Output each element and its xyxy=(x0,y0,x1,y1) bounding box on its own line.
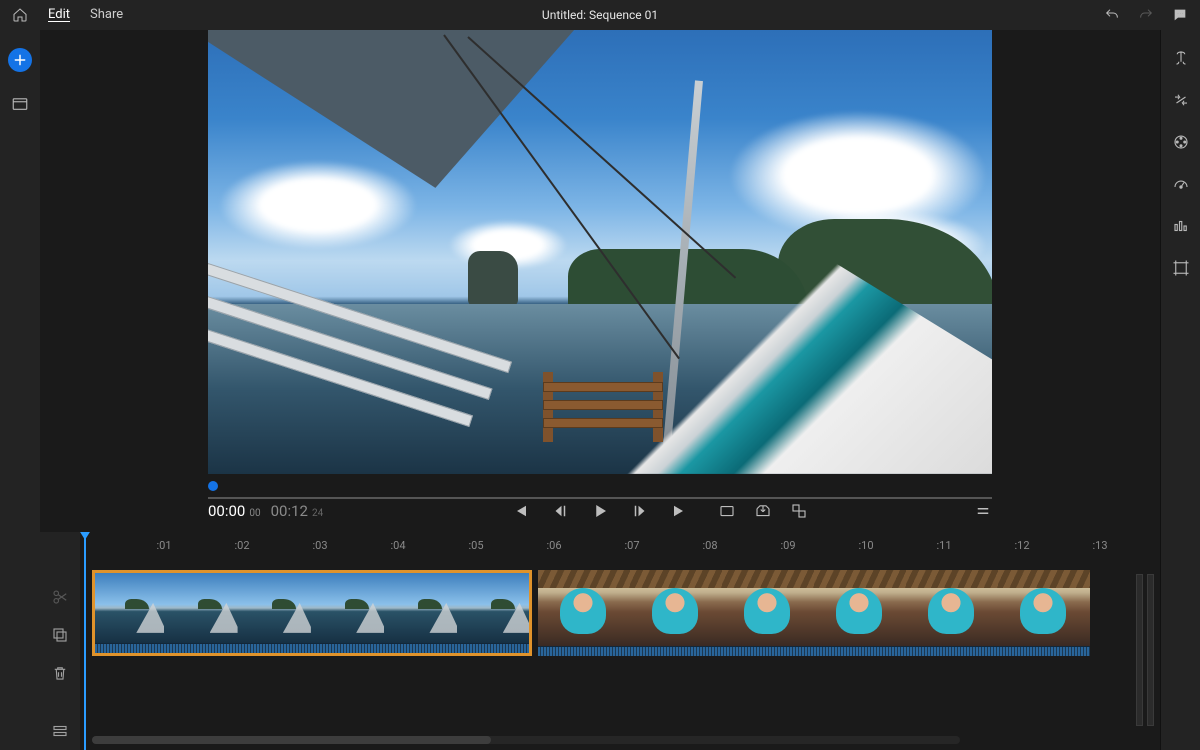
clip-1-audio-waveform xyxy=(95,643,529,653)
clip-2-people[interactable] xyxy=(538,570,1090,656)
timecode-duration: 00:12 xyxy=(271,502,308,520)
speed-icon[interactable] xyxy=(1171,174,1191,194)
step-back-icon[interactable] xyxy=(551,502,569,520)
track-options-icon[interactable] xyxy=(50,722,70,740)
ruler-tick: :02 xyxy=(234,539,249,552)
feedback-icon[interactable] xyxy=(1172,7,1188,23)
ruler-tick: :07 xyxy=(624,539,639,552)
timecode-current: 00:00 xyxy=(208,502,245,520)
home-icon[interactable] xyxy=(12,7,28,23)
timeline-menu-icon[interactable] xyxy=(974,502,992,520)
ruler-tick: :09 xyxy=(780,539,795,552)
titles-icon[interactable] xyxy=(1171,48,1191,68)
timeline-toolbar xyxy=(40,532,80,750)
color-icon[interactable] xyxy=(1171,132,1191,152)
right-rail xyxy=(1160,30,1200,750)
transform-icon[interactable] xyxy=(1171,258,1191,278)
center-column: 00:00 00 00:12 24 xyxy=(40,30,1160,750)
audio-icon[interactable] xyxy=(1171,216,1191,236)
ruler-tick: :12 xyxy=(1014,539,1029,552)
video-track-1[interactable] xyxy=(80,570,1160,656)
clip-2-audio-waveform xyxy=(538,646,1090,656)
ruler-tick: :01 xyxy=(156,539,171,552)
add-media-button[interactable] xyxy=(8,48,32,72)
goto-start-icon[interactable] xyxy=(511,502,529,520)
document-title: Untitled: Sequence 01 xyxy=(542,8,658,22)
view-options-icon[interactable] xyxy=(790,502,808,520)
step-forward-icon[interactable] xyxy=(631,502,649,520)
transport-bar: 00:00 00 00:12 24 xyxy=(208,494,992,532)
timeline-scrollbar[interactable] xyxy=(92,736,960,744)
ruler-tick: :11 xyxy=(936,539,951,552)
redo-icon[interactable] xyxy=(1138,7,1154,23)
ruler-tick: :03 xyxy=(312,539,327,552)
play-icon[interactable] xyxy=(591,502,609,520)
clip-1-boat[interactable] xyxy=(92,570,532,656)
duplicate-icon[interactable] xyxy=(50,626,70,644)
ruler-tick: :08 xyxy=(702,539,717,552)
delete-icon[interactable] xyxy=(50,664,70,682)
project-panel-button[interactable] xyxy=(10,94,30,114)
timecode-duration-frames: 24 xyxy=(312,508,323,519)
ruler-tick: :05 xyxy=(468,539,483,552)
timecode-current-frames: 00 xyxy=(249,508,260,519)
time-ruler[interactable]: :01:02:03:04:05:06:07:08:09:10:11:12:13:… xyxy=(80,532,1160,558)
left-rail xyxy=(0,30,40,750)
timeline-tracks-area[interactable]: :01:02:03:04:05:06:07:08:09:10:11:12:13:… xyxy=(80,532,1160,750)
timeline: :01:02:03:04:05:06:07:08:09:10:11:12:13:… xyxy=(40,532,1160,750)
ruler-tick: :13 xyxy=(1092,539,1107,552)
program-monitor: 00:00 00 00:12 24 xyxy=(40,30,1160,532)
undo-icon[interactable] xyxy=(1104,7,1120,23)
ruler-tick: :10 xyxy=(858,539,873,552)
preview-video[interactable] xyxy=(208,30,992,474)
menu-edit[interactable]: Edit xyxy=(48,7,70,22)
preview-scrubber[interactable] xyxy=(208,478,992,494)
timecode: 00:00 00 00:12 24 xyxy=(208,502,323,520)
export-frame-icon[interactable] xyxy=(754,502,772,520)
menu-share[interactable]: Share xyxy=(90,7,123,22)
ruler-tick: :06 xyxy=(546,539,561,552)
scissors-icon[interactable] xyxy=(50,588,70,606)
audio-meters xyxy=(1136,574,1154,726)
goto-end-icon[interactable] xyxy=(671,502,689,520)
top-bar: Edit Share Untitled: Sequence 01 xyxy=(0,0,1200,30)
playhead[interactable] xyxy=(84,532,86,750)
fullscreen-icon[interactable] xyxy=(718,502,736,520)
timeline-scrollbar-thumb[interactable] xyxy=(92,736,491,744)
transitions-icon[interactable] xyxy=(1171,90,1191,110)
main-area: 00:00 00 00:12 24 xyxy=(0,30,1200,750)
ruler-tick: :04 xyxy=(390,539,405,552)
